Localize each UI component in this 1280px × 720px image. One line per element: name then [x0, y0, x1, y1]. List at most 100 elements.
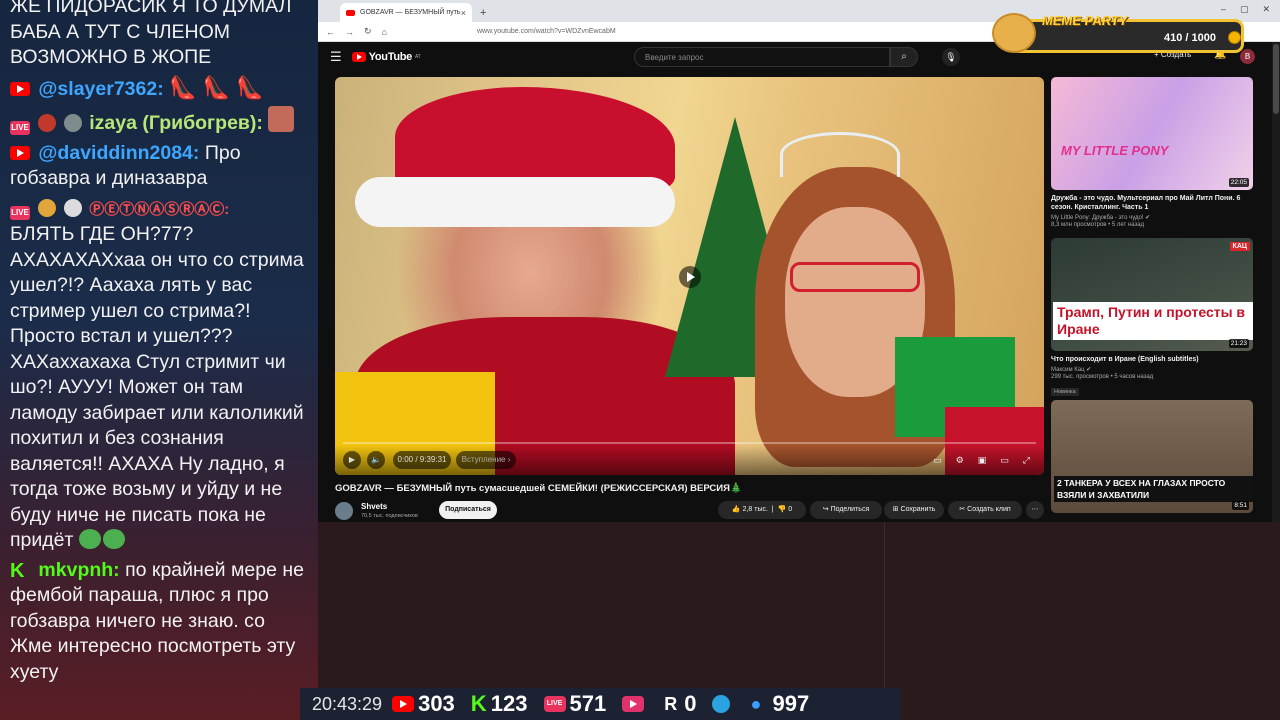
wine-emote-icon: [38, 114, 57, 132]
vk-viewers: [622, 696, 648, 712]
video-title: GOBZAVR — БЕЗУМНЫЙ путь сумасшедшей СЕМЕ…: [335, 483, 742, 494]
chat-message: K mkvpnh: по крайней мере не фембой пара…: [10, 558, 310, 686]
share-label: Поделиться: [830, 506, 870, 513]
recommendation-thumbnail[interactable]: КАЦ Трамп, Путин и протесты в Иране 21:2…: [1051, 238, 1253, 351]
menu-icon[interactable]: ☰: [330, 49, 342, 65]
channel-name[interactable]: Shvets: [361, 502, 387, 511]
viewer-stats-bar: 20:43:29 303 K 123 LIVE 571 R 0 ● 997: [300, 688, 900, 720]
volume-button[interactable]: 🔈: [367, 451, 385, 469]
chat-message: LIVE izaya (Грибогрев):: [10, 106, 310, 137]
chat-nick: izaya (Грибогрев):: [89, 112, 263, 134]
youtube-logo-text: YouTube: [368, 51, 413, 63]
total-viewers: ● 997: [750, 691, 809, 717]
new-tab-button[interactable]: +: [480, 7, 486, 19]
coin-icon: [1228, 31, 1241, 44]
rutube-viewers: R 0: [664, 691, 696, 717]
helmet-emote-icon: [63, 114, 82, 132]
fullscreen-icon[interactable]: ⤢: [1023, 455, 1030, 466]
home-icon[interactable]: ⌂: [382, 27, 387, 37]
clip-button[interactable]: ✂ Создать клип: [948, 501, 1022, 519]
back-icon[interactable]: ←: [326, 27, 335, 37]
meme-party-widget: MEME PARTY 410 / 1000: [992, 13, 1248, 53]
progress-bar[interactable]: [343, 442, 1036, 444]
pony-logo: MY LITTLE PONY: [1061, 143, 1169, 158]
recommendation-title[interactable]: Что происходит в Иране (English subtitle…: [1051, 355, 1253, 364]
subscribe-button[interactable]: Подписаться: [439, 501, 497, 519]
miniplayer-icon[interactable]: ▣: [978, 455, 987, 466]
youtube-icon: [392, 696, 415, 712]
chat-message: @slayer7362: 👠 👠 👠: [10, 75, 310, 103]
search-button[interactable]: ⌕: [890, 47, 918, 67]
recommendation-item[interactable]: 2 ТАНКЕРА У ВСЕХ НА ГЛАЗАХ ПРОСТО ВЗЯЛИ …: [1051, 400, 1253, 513]
more-actions-button[interactable]: ⋯: [1026, 501, 1044, 519]
subscriber-count: 70,5 тыс. подписчиков: [361, 513, 418, 519]
youtube-viewer-count: 303: [418, 691, 455, 716]
youtube-logo[interactable]: YouTube AT: [351, 51, 421, 63]
dislike-count: 0: [788, 506, 793, 513]
like-dislike-button[interactable]: 👍 2,8 тыс. | 👎 0: [718, 501, 806, 519]
recommendation-meta: 8,3 млн просмотров • 5 лет назад: [1051, 222, 1145, 228]
player-right-controls: ▭ ⚙ ▣ ▭ ⤢: [933, 455, 1030, 466]
chat-nick: ⓅⒺⓉⓃⒶⓈⓇⒶⒸ:: [89, 200, 230, 218]
recommendation-channel[interactable]: My Little Pony: Дружба - это чудо! ✔: [1051, 214, 1253, 221]
chat-message-text: ЖЕ ПИДОРАСИК Я ТО ДУМАЛ БАБА А ТУТ С ЧЛЕ…: [10, 0, 292, 68]
theater-icon[interactable]: ▭: [1000, 455, 1009, 466]
search-icon: ⌕: [901, 51, 907, 62]
url-field[interactable]: www.youtube.com/watch?v=WDZvnEwcabM: [477, 28, 616, 35]
high-heels-emote: 👠 👠 👠: [169, 74, 264, 100]
big-play-icon[interactable]: [679, 266, 701, 288]
player-controls: ▶ 🔈 0:00 / 9:39:31 Вступление › ▭ ⚙ ▣ ▭ …: [335, 445, 1044, 475]
tab-title: GOBZAVR — БЕЗУМНЫЙ путь: [360, 9, 461, 16]
santa-hat-fur: [355, 177, 675, 227]
save-button[interactable]: ⊞ Сохранить: [884, 501, 944, 519]
recommendation-item[interactable]: КАЦ Трамп, Путин и протесты в Иране 21:2…: [1051, 238, 1253, 398]
close-tab-icon[interactable]: ×: [461, 8, 466, 18]
share-button[interactable]: ↪ Поделиться: [810, 501, 882, 519]
subtitles-icon[interactable]: ▭: [933, 455, 942, 466]
chat-message: LIVE ⓅⒺⓉⓃⒶⓈⓇⒶⒸ: БЛЯТЬ ГДЕ ОН?77? АХАХАХА…: [10, 196, 310, 554]
tiara: [780, 132, 900, 177]
page-scrollbar[interactable]: [1272, 42, 1280, 522]
recommendation-thumbnail[interactable]: 2 ТАНКЕРА У ВСЕХ НА ГЛАЗАХ ПРОСТО ВЗЯЛИ …: [1051, 400, 1253, 513]
doge-icon: [992, 13, 1036, 53]
chat-message: ЖЕ ПИДОРАСИК Я ТО ДУМАЛ БАБА А ТУТ С ЧЛЕ…: [10, 0, 310, 71]
chapter-button[interactable]: Вступление ›: [456, 451, 516, 469]
recommendation-thumbnail[interactable]: MY LITTLE PONY 22:05: [1051, 77, 1253, 190]
scissors-icon: ✂: [959, 506, 966, 513]
search-input[interactable]: Введите запрос: [634, 47, 890, 67]
recommendation-channel[interactable]: Максим Кац ✔: [1051, 366, 1253, 373]
recommendation-item[interactable]: MY LITTLE PONY 22:05 Дружба - это чудо. …: [1051, 77, 1253, 228]
rutube-viewer-count: 0: [684, 691, 697, 716]
play-button[interactable]: ▶: [343, 451, 361, 469]
youtube-logo-icon: [351, 52, 366, 62]
channel-avatar[interactable]: [335, 502, 353, 520]
recommendation-title[interactable]: Дружба - это чудо. Мультсериал про Май Л…: [1051, 194, 1253, 212]
recommendation-meta: 299 тыс. просмотров • 5 часов назад: [1051, 374, 1154, 380]
clock: 20:43:29: [312, 693, 383, 714]
settings-icon[interactable]: ⚙: [956, 455, 964, 466]
sticker-emote-icon: [268, 106, 295, 132]
pepe-emote-icon: [78, 529, 101, 549]
clip-label: Создать клип: [967, 506, 1011, 513]
new-badge: Новинка: [1051, 388, 1079, 396]
live-viewers: LIVE 571: [543, 691, 606, 717]
youtube-viewers: 303: [392, 691, 455, 717]
video-player[interactable]: ▶ 🔈 0:00 / 9:39:31 Вступление › ▭ ⚙ ▣ ▭ …: [335, 77, 1044, 475]
total-viewer-count: 997: [772, 691, 810, 716]
like-count: 2,8 тыс.: [742, 506, 768, 513]
chat-nick: @slayer7362:: [38, 77, 164, 100]
meme-party-count: 410 / 1000: [1164, 32, 1216, 44]
vk-video-icon: [622, 696, 645, 712]
save-icon: ⊞: [892, 506, 899, 513]
thumbs-down-icon[interactable]: 👎: [778, 506, 787, 513]
reload-icon[interactable]: ↻: [364, 26, 372, 37]
scrollbar-thumb[interactable]: [1273, 44, 1279, 114]
meme-party-title: MEME PARTY: [1042, 13, 1128, 28]
voice-search-button[interactable]: 🎙: [942, 48, 960, 66]
pepe-emote-icon: [102, 529, 125, 549]
user-icon: ●: [750, 694, 762, 714]
thumbs-up-icon[interactable]: 👍: [732, 506, 741, 513]
forward-icon[interactable]: →: [345, 27, 354, 37]
close-window-button[interactable]: ✕: [1262, 4, 1270, 15]
browser-tab[interactable]: GOBZAVR — БЕЗУМНЫЙ путь ×: [340, 3, 472, 22]
